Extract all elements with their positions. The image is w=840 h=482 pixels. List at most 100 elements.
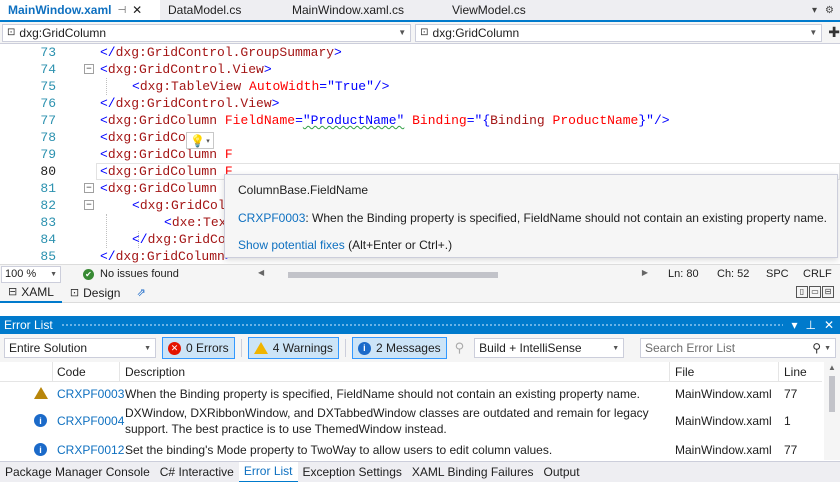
table-row[interactable]: i CRXPF0004 DXWindow, DXRibbonWindow, an… <box>0 405 822 441</box>
diagnostic-code-link[interactable]: CRXPF0003 <box>238 211 305 225</box>
show-potential-fixes-link[interactable]: Show potential fixes <box>238 238 345 252</box>
info-icon: i <box>34 443 47 456</box>
code-editor[interactable]: 73 </dxg:GridControl.GroupSummary> 74 − … <box>0 44 840 264</box>
tab-datamodel-cs[interactable]: DataModel.cs <box>160 0 284 20</box>
filter-icon[interactable]: ⚲ <box>455 340 465 356</box>
column-header-code[interactable]: Code <box>57 365 86 379</box>
tab-design[interactable]: ⊡ Design <box>62 283 129 303</box>
tab-list-dropdown-icon[interactable]: ▾ <box>812 5 817 16</box>
gear-icon[interactable]: ⚙ <box>825 5 834 16</box>
code-line: 75 <dxg:TableView AutoWidth="True"/> <box>0 78 840 95</box>
collapse-icon[interactable]: − <box>84 200 94 210</box>
collapse-pane-icon[interactable]: ⊟ <box>822 286 834 298</box>
tab-xaml-binding-failures[interactable]: XAML Binding Failures <box>407 462 539 482</box>
close-icon[interactable]: ✕ <box>132 3 142 17</box>
errors-filter-button[interactable]: ✕ 0 Errors <box>162 337 235 359</box>
row-file: MainWindow.xaml <box>675 387 772 401</box>
tab-mainwindow-xaml[interactable]: MainWindow.xaml ⊣ ✕ <box>0 0 160 20</box>
error-list-title: Error List <box>4 318 53 332</box>
row-line: 1 <box>784 414 791 428</box>
element-icon: ⊡ <box>7 27 16 38</box>
pin-icon[interactable]: ⊣ <box>117 5 126 16</box>
column-divider[interactable] <box>119 362 120 382</box>
separator <box>344 339 346 357</box>
close-icon[interactable]: ✕ <box>824 318 834 332</box>
whitespace-mode-indicator[interactable]: SPC <box>766 268 789 280</box>
scrollbar-thumb[interactable] <box>288 272 498 278</box>
scroll-up-icon[interactable]: ▲ <box>828 363 836 372</box>
tab-exception-settings[interactable]: Exception Settings <box>298 462 407 482</box>
table-row[interactable]: i CRXPF0012 Set the binding's Mode prope… <box>0 441 822 460</box>
scroll-right-icon[interactable]: ▶ <box>642 268 648 277</box>
chevron-down-icon[interactable]: ▼ <box>824 345 831 352</box>
tab-label: Package Manager Console <box>5 465 150 479</box>
tab-output[interactable]: Output <box>539 462 585 482</box>
warning-icon <box>34 387 48 399</box>
scrollbar-thumb[interactable] <box>829 376 835 412</box>
design-tab-label: Design <box>83 285 121 300</box>
info-icon: i <box>357 341 371 355</box>
code-text: <dxg:TableView AutoWidth="True"/> <box>132 79 390 94</box>
column-header-file[interactable]: File <box>675 365 694 379</box>
horizontal-scrollbar[interactable]: ◀ ▶ <box>258 268 648 280</box>
tab-error-list[interactable]: Error List <box>238 461 298 482</box>
tab-viewmodel-cs[interactable]: ViewModel.cs <box>444 0 544 20</box>
issues-indicator[interactable]: ✔ No issues found <box>83 268 179 280</box>
build-filter-dropdown[interactable]: Build + IntelliSense ▼ <box>474 338 625 358</box>
split-editor-icon[interactable]: ✚ <box>828 24 840 41</box>
member-selector[interactable]: ⊡ dxg:GridColumn ▼ <box>415 23 823 42</box>
window-controls: ▾ ⊥ ✕ <box>791 318 840 332</box>
xaml-icon: ⊟ <box>8 286 18 298</box>
tab-mainwindow-xaml-cs[interactable]: MainWindow.xaml.cs <box>284 0 444 20</box>
line-number: 84 <box>40 232 56 247</box>
pin-icon[interactable]: ⊥ <box>805 318 815 332</box>
column-header-line[interactable]: Line <box>784 365 807 379</box>
separator <box>240 339 242 357</box>
table-row[interactable]: CRXPF0003 When the Binding property is s… <box>0 385 822 405</box>
collapse-icon[interactable]: − <box>84 183 94 193</box>
line-indicator[interactable]: Ln: 80 <box>668 268 699 280</box>
scope-dropdown[interactable]: Entire Solution ▼ <box>4 338 156 358</box>
errors-label: 0 Errors <box>186 341 229 355</box>
error-list-title-bar[interactable]: Error List ▾ ⊥ ✕ <box>0 316 840 334</box>
check-circle-icon: ✔ <box>83 268 94 280</box>
search-icon[interactable]: ⚲ <box>812 341 821 355</box>
column-header-description[interactable]: Description <box>125 365 185 379</box>
warnings-filter-button[interactable]: 4 Warnings <box>247 337 339 359</box>
window-options-icon[interactable]: ▾ <box>791 318 797 332</box>
navigation-bar: ⊡ dxg:GridColumn ▼ ⊡ dxg:GridColumn ▼ ✚ <box>0 22 840 44</box>
type-selector[interactable]: ⊡ dxg:GridColumn ▼ <box>2 23 412 42</box>
horizontal-split-icon[interactable]: ▭ <box>809 286 821 298</box>
line-ending-indicator[interactable]: CRLF <box>803 268 832 280</box>
search-error-list-input[interactable]: Search Error List ⚲ ▼ <box>640 338 836 358</box>
collapse-icon[interactable]: − <box>84 64 94 74</box>
vertical-scrollbar[interactable]: ▲ <box>824 362 840 460</box>
messages-label: 2 Messages <box>375 341 441 355</box>
swap-panes-button[interactable]: ⇗ <box>128 283 157 303</box>
char-indicator[interactable]: Ch: 52 <box>717 268 749 280</box>
drag-grip[interactable] <box>60 322 784 328</box>
messages-filter-button[interactable]: i 2 Messages <box>351 337 447 359</box>
row-code-link[interactable]: CRXPF0004 <box>57 414 124 428</box>
column-divider[interactable] <box>778 362 779 382</box>
code-text: <dxg:GridColumn F <box>100 164 233 179</box>
tab-xaml[interactable]: ⊟ XAML <box>0 283 62 303</box>
scroll-left-icon[interactable]: ◀ <box>258 268 264 277</box>
line-number: 82 <box>40 198 56 213</box>
column-divider[interactable] <box>52 362 53 382</box>
zoom-selector[interactable]: 100 % ▼ <box>1 265 61 283</box>
row-file: MainWindow.xaml <box>675 443 772 457</box>
row-code-link[interactable]: CRXPF0012 <box>57 443 124 457</box>
quick-actions-lightbulb[interactable]: 💡 ▾ <box>186 132 214 149</box>
tab-label: C# Interactive <box>159 465 234 479</box>
line-number: 83 <box>40 215 56 230</box>
vertical-split-icon[interactable]: ▯ <box>796 286 808 298</box>
tab-package-manager-console[interactable]: Package Manager Console <box>0 462 155 482</box>
chevron-down-icon: ▾ <box>206 137 210 145</box>
tab-csharp-interactive[interactable]: C# Interactive <box>155 462 239 482</box>
row-description: DXWindow, DXRibbonWindow, and DXTabbedWi… <box>125 406 649 420</box>
diagnostic-message: : When the Binding property is specified… <box>305 211 827 225</box>
column-divider[interactable] <box>669 362 670 382</box>
row-code-link[interactable]: CRXPF0003 <box>57 387 124 401</box>
chevron-down-icon: ▼ <box>612 344 620 352</box>
